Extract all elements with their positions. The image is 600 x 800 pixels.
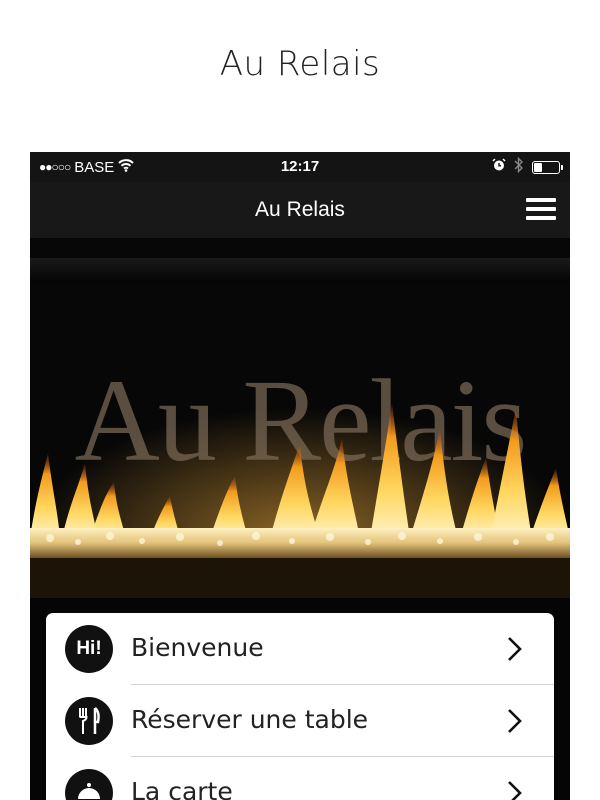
clock: 12:17	[280, 158, 320, 175]
hi-icon: Hi!	[65, 625, 113, 673]
hamburger-menu-button[interactable]	[526, 198, 556, 222]
cloche-icon	[65, 769, 113, 800]
cutlery-icon	[65, 697, 113, 745]
nav-title: Au Relais	[255, 198, 345, 221]
menu-item-reserver[interactable]: Réserver une table	[46, 685, 554, 756]
menu-item-la-carte[interactable]: La carte	[46, 757, 554, 800]
menu-item-label: Bienvenue	[131, 633, 264, 662]
main-menu: Hi! Bienvenue Réserver une table La cart…	[46, 613, 554, 800]
page-title: Au Relais	[219, 44, 381, 84]
battery-icon	[532, 160, 563, 174]
bluetooth-icon	[514, 156, 524, 177]
chevron-right-icon	[508, 709, 522, 733]
phone-screen: ●●○○○ BASE 12:17 Au Relais Au Relais Hi!…	[30, 152, 570, 800]
menu-item-bienvenue[interactable]: Hi! Bienvenue	[46, 613, 554, 684]
menu-item-label: La carte	[131, 777, 233, 800]
status-bar: ●●○○○ BASE 12:17	[30, 152, 570, 182]
chevron-right-icon	[508, 637, 522, 661]
alarm-icon	[492, 158, 506, 176]
chevron-right-icon	[508, 781, 522, 800]
hi-icon-text: Hi!	[76, 638, 102, 659]
hamburger-icon-line	[526, 207, 556, 211]
nav-bar: Au Relais	[30, 182, 570, 238]
hamburger-icon	[526, 198, 556, 202]
menu-item-label: Réserver une table	[131, 705, 369, 734]
hamburger-icon-line	[526, 216, 556, 220]
